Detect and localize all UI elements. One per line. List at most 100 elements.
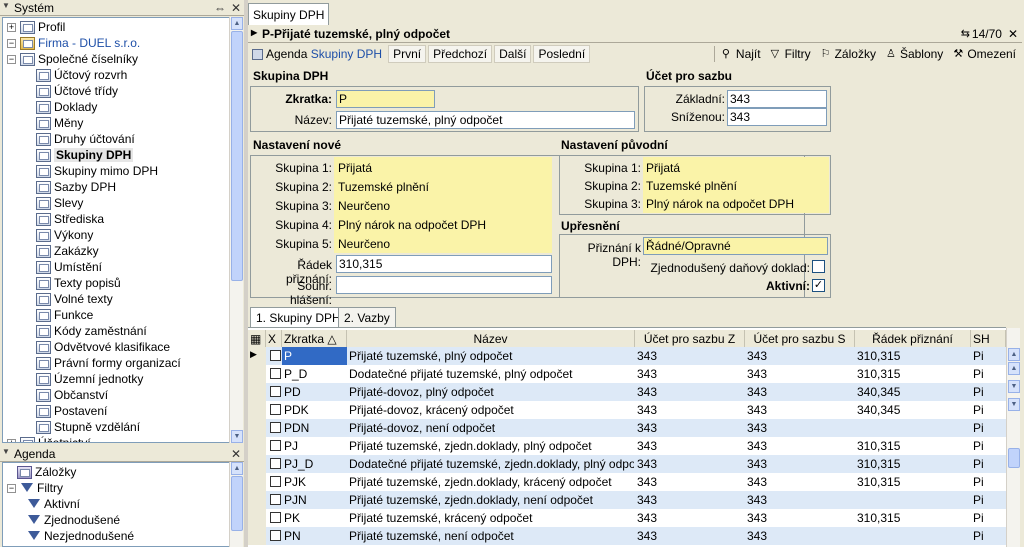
- nazev-field[interactable]: Přijaté tuzemské, plný odpočet: [336, 111, 635, 129]
- zakladni-field[interactable]: 343: [727, 90, 827, 108]
- nove-skupina-value[interactable]: Přijatá: [338, 161, 372, 175]
- table-row[interactable]: P_D Dodatečné přijaté tuzemské, plný odpo…: [248, 365, 1006, 383]
- row-checkbox[interactable]: [270, 494, 281, 505]
- tree-item[interactable]: Postavení: [23, 403, 107, 419]
- tree-item[interactable]: Měny: [23, 115, 83, 131]
- table-row[interactable]: PJ_D Dodatečné přijaté tuzemské, zjedn.do…: [248, 455, 1006, 473]
- tree-item[interactable]: Skupiny mimo DPH: [23, 163, 158, 179]
- agenda-item[interactable]: Zjednodušené: [27, 512, 120, 528]
- tree-item[interactable]: Stupně vzdělání: [23, 419, 140, 435]
- table-row[interactable]: PDK Přijaté-dovoz, krácený odpočet 343 343 3…: [248, 401, 1006, 419]
- table-row[interactable]: PDN Přijaté-dovoz, není odpočet 343 343 Pi: [248, 419, 1006, 437]
- bookmarks-button[interactable]: ⚐ Záložky: [817, 45, 880, 63]
- tree-item[interactable]: + Účetnictví: [7, 435, 91, 442]
- grid-scrollbar[interactable]: ▲ ▲ ▼ ▼: [1006, 328, 1020, 547]
- agenda-item[interactable]: − Filtry: [7, 480, 63, 496]
- column-header[interactable]: Účet pro sazbu S: [745, 330, 855, 348]
- column-header[interactable]: SH: [971, 330, 1006, 348]
- table-row[interactable]: PJK Přijaté tuzemské, zjedn.doklady, krác…: [248, 473, 1006, 491]
- tree-item[interactable]: Odvětvové klasifikace: [23, 339, 170, 355]
- tree-item[interactable]: Slevy: [23, 195, 83, 211]
- expander-icon[interactable]: −: [7, 483, 16, 493]
- tree-item[interactable]: Umístění: [23, 259, 102, 275]
- zkratka-field[interactable]: P: [336, 90, 435, 108]
- priznani-field[interactable]: Řádné/Opravné: [643, 237, 828, 255]
- tree-item[interactable]: Sazby DPH: [23, 179, 116, 195]
- table-row[interactable]: PN Přijaté tuzemské, není odpočet 343 343 Pi: [248, 527, 1006, 545]
- next-button[interactable]: Další: [494, 45, 532, 63]
- close-icon[interactable]: ✕: [228, 447, 244, 461]
- puvodni-skupina-value[interactable]: Tuzemské plnění: [646, 179, 737, 193]
- scroll-top-icon[interactable]: ▲: [1008, 348, 1020, 361]
- table-row[interactable]: ▶ P Přijaté tuzemské, plný odpočet 343 343 31…: [248, 347, 1006, 365]
- tree-item[interactable]: Územní jednotky: [23, 371, 143, 387]
- tree-item[interactable]: Texty popisů: [23, 275, 121, 291]
- close-icon[interactable]: ✕: [1008, 27, 1018, 41]
- column-header[interactable]: Název: [347, 330, 635, 348]
- row-checkbox[interactable]: [270, 476, 281, 487]
- prev-button[interactable]: Předchozí: [428, 45, 493, 63]
- souhr-field[interactable]: [336, 276, 552, 294]
- aktivni-checkbox[interactable]: ✓: [812, 279, 825, 292]
- first-button[interactable]: První: [388, 45, 427, 63]
- tree-item[interactable]: Skupiny DPH: [23, 147, 134, 163]
- tree-item[interactable]: − Firma - DUEL s.r.o.: [7, 35, 140, 51]
- nove-skupina-value[interactable]: Neurčeno: [338, 199, 390, 213]
- tree-item[interactable]: + Profil: [7, 19, 65, 35]
- puvodni-skupina-value[interactable]: Přijatá: [646, 161, 680, 175]
- tree-item[interactable]: Funkce: [23, 307, 93, 323]
- last-button[interactable]: Poslední: [533, 45, 591, 63]
- table-row[interactable]: PD Přijaté-dovoz, plný odpočet 343 343 340,3…: [248, 383, 1006, 401]
- row-checkbox[interactable]: [270, 458, 281, 469]
- column-header[interactable]: Zkratka △: [282, 330, 347, 348]
- row-checkbox[interactable]: [270, 404, 281, 415]
- tree-item[interactable]: Účtové třídy: [23, 83, 118, 99]
- table-row[interactable]: PK Přijaté tuzemské, krácený odpočet 343 34…: [248, 509, 1006, 527]
- tree-item[interactable]: Zakázky: [23, 243, 99, 259]
- find-button[interactable]: ⚲ Najít: [718, 45, 765, 63]
- tree-item[interactable]: Právní formy organizací: [23, 355, 181, 371]
- table-row[interactable]: PJ Přijaté tuzemské, zjedn.doklady, plný …: [248, 437, 1006, 455]
- tree-item[interactable]: Střediska: [23, 211, 104, 227]
- templates-button[interactable]: ♙ Šablony: [882, 45, 947, 63]
- tree-item[interactable]: Doklady: [23, 99, 97, 115]
- expander-icon[interactable]: +: [7, 22, 16, 32]
- puvodni-skupina-value[interactable]: Plný nárok na odpočet DPH: [646, 197, 794, 211]
- agenda-item[interactable]: Aktivní: [27, 496, 80, 512]
- scroll-bottom-icon[interactable]: ▼: [1008, 398, 1020, 411]
- tree-scrollbar[interactable]: ▲ ▼: [229, 17, 243, 443]
- agenda-link[interactable]: Skupiny DPH: [311, 47, 382, 61]
- radek-field[interactable]: 310,315: [336, 255, 552, 273]
- tree-item[interactable]: Volné texty: [23, 291, 113, 307]
- expander-icon[interactable]: −: [7, 54, 16, 64]
- nove-skupina-value[interactable]: Neurčeno: [338, 237, 390, 251]
- tab-skupiny-dph[interactable]: Skupiny DPH: [248, 3, 330, 25]
- close-icon[interactable]: ✕: [228, 1, 244, 15]
- tree-item[interactable]: Druhy účtování: [23, 131, 135, 147]
- scroll-page-up-icon[interactable]: ▲: [1008, 362, 1020, 375]
- nove-skupina-value[interactable]: Plný nárok na odpočet DPH: [338, 218, 486, 232]
- agenda-button[interactable]: Agenda Skupiny DPH: [248, 45, 386, 63]
- expander-icon[interactable]: −: [7, 38, 16, 48]
- table-row[interactable]: PJN Přijaté tuzemské, zjedn.doklady, není…: [248, 491, 1006, 509]
- row-checkbox[interactable]: [270, 422, 281, 433]
- row-checkbox[interactable]: [270, 440, 281, 451]
- zjednoduseny-checkbox[interactable]: [812, 260, 825, 273]
- scroll-page-down-icon[interactable]: ▼: [1008, 380, 1020, 393]
- agenda-scrollbar[interactable]: ▲: [229, 462, 243, 547]
- agenda-item[interactable]: Záložky: [17, 464, 76, 480]
- agenda-item[interactable]: Nezjednodušené: [27, 528, 134, 544]
- row-checkbox[interactable]: [270, 350, 281, 361]
- snizenou-field[interactable]: 343: [727, 108, 827, 126]
- tab-skupiny-dph-list[interactable]: 1. Skupiny DPH: [250, 307, 347, 327]
- row-checkbox[interactable]: [270, 386, 281, 397]
- column-options-icon[interactable]: ▦: [248, 330, 266, 348]
- filters-button[interactable]: ▽ Filtry: [767, 45, 815, 63]
- tree-item[interactable]: − Společné číselníky: [7, 51, 138, 67]
- row-checkbox[interactable]: [270, 530, 281, 541]
- tree-item[interactable]: Občanství: [23, 387, 108, 403]
- row-checkbox[interactable]: [270, 512, 281, 523]
- nove-skupina-value[interactable]: Tuzemské plnění: [338, 180, 429, 194]
- expander-icon[interactable]: +: [7, 438, 16, 442]
- tree-item[interactable]: Kódy zaměstnání: [23, 323, 147, 339]
